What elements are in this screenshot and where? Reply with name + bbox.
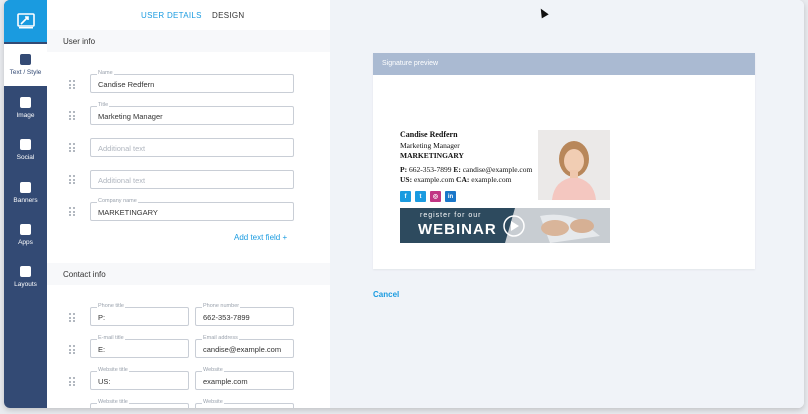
title-field[interactable]: Title Marketing Manager bbox=[90, 102, 294, 125]
person-photo-icon bbox=[538, 130, 610, 200]
field-label: Website title bbox=[97, 399, 129, 405]
drag-handle-icon[interactable] bbox=[69, 345, 75, 354]
field-placeholder: Additional text bbox=[98, 144, 146, 153]
us-website: example.com bbox=[413, 175, 455, 184]
layouts-icon bbox=[20, 266, 31, 277]
sidebar-item-label: Banners bbox=[13, 197, 38, 204]
website-field[interactable]: Website bbox=[195, 399, 294, 408]
sidebar-item-image[interactable]: Image bbox=[4, 87, 47, 129]
instagram-icon[interactable]: ◎ bbox=[430, 191, 441, 202]
drag-handle-icon[interactable] bbox=[69, 143, 75, 152]
sidebar-item-text-style[interactable]: Text / Style bbox=[4, 44, 47, 86]
preview-header-label: Signature preview bbox=[382, 60, 439, 67]
field-value: P: bbox=[98, 313, 106, 322]
field-label: Website bbox=[202, 399, 224, 405]
cancel-button[interactable]: Cancel bbox=[373, 290, 399, 299]
app-logo[interactable] bbox=[4, 0, 47, 42]
text-style-icon bbox=[20, 54, 31, 65]
webinar-banner[interactable]: register for our WEBINAR bbox=[400, 208, 610, 243]
ca-website: example.com bbox=[471, 175, 512, 184]
field-placeholder: Additional text bbox=[98, 176, 146, 185]
phone-number-field[interactable]: Phone number 662-353-7899 bbox=[195, 303, 294, 326]
sidebar-item-banners[interactable]: Banners bbox=[4, 172, 47, 214]
field-value: E: bbox=[98, 345, 106, 354]
sidebar-item-social[interactable]: Social bbox=[4, 129, 47, 171]
field-label: Name bbox=[97, 70, 114, 76]
drag-handle-icon[interactable] bbox=[69, 80, 75, 89]
field-value: Candise Redfern bbox=[98, 80, 155, 89]
additional-text-field[interactable]: Additional text bbox=[90, 138, 294, 157]
linkedin-icon[interactable]: in bbox=[445, 191, 456, 202]
field-value: MARKETINGARY bbox=[98, 208, 158, 217]
banner-text-line-1: register for our bbox=[420, 212, 482, 219]
section-title-contact-info: Contact info bbox=[63, 270, 106, 279]
sidebar-item-label: Layouts bbox=[14, 281, 37, 288]
field-value: 662-353-7899 bbox=[203, 313, 250, 322]
form-panel: USER DETAILS DESIGN User info Name Candi… bbox=[47, 0, 330, 408]
ca-label: CA: bbox=[456, 175, 470, 184]
signature-title: Marketing Manager bbox=[400, 141, 460, 150]
field-label: Website title bbox=[97, 367, 129, 373]
field-label: Phone title bbox=[97, 303, 125, 309]
website-field[interactable]: Website example.com bbox=[195, 367, 294, 390]
email-title-field[interactable]: E-mail title E: bbox=[90, 335, 189, 358]
phone-label: P: bbox=[400, 165, 408, 174]
phone-title-field[interactable]: Phone title P: bbox=[90, 303, 189, 326]
drag-handle-icon[interactable] bbox=[69, 207, 75, 216]
additional-text-field[interactable]: Additional text bbox=[90, 170, 294, 189]
signature-contact-line-1: P: 662-353-7899 E: candise@example.com bbox=[400, 165, 532, 174]
sidebar-item-layouts[interactable]: Layouts bbox=[4, 256, 47, 298]
apps-icon bbox=[20, 224, 31, 235]
field-value: candise@example.com bbox=[203, 345, 282, 354]
share-icon bbox=[20, 139, 31, 150]
website-title-field[interactable]: Website title US: bbox=[90, 367, 189, 390]
banner-icon bbox=[20, 182, 31, 193]
email-label: E: bbox=[453, 165, 461, 174]
facebook-icon[interactable]: f bbox=[400, 191, 411, 202]
banner-text-line-2: WEBINAR bbox=[418, 221, 497, 238]
drag-handle-icon[interactable] bbox=[69, 175, 75, 184]
field-label: E-mail title bbox=[97, 335, 125, 341]
tab-design[interactable]: DESIGN bbox=[212, 11, 244, 20]
field-value: Marketing Manager bbox=[98, 112, 163, 121]
name-field[interactable]: Name Candise Redfern bbox=[90, 70, 294, 93]
signature-name: Candise Redfern bbox=[400, 130, 458, 139]
field-value: example.com bbox=[203, 377, 248, 386]
drag-handle-icon[interactable] bbox=[69, 313, 75, 322]
sidebar-item-label: Social bbox=[16, 154, 35, 161]
signature-photo bbox=[538, 130, 610, 200]
signature-contact-line-2: US: example.com CA: example.com bbox=[400, 175, 511, 184]
field-label: Email address bbox=[202, 335, 239, 341]
drag-handle-icon[interactable] bbox=[69, 377, 75, 386]
logo-icon bbox=[16, 13, 35, 29]
image-icon bbox=[20, 97, 31, 108]
signature-preview-card: Signature preview Candise Redfern Market… bbox=[373, 53, 755, 269]
email-value: candise@example.com bbox=[462, 165, 533, 174]
website-title-field[interactable]: Website title bbox=[90, 399, 189, 408]
sidebar-item-apps[interactable]: Apps bbox=[4, 214, 47, 256]
drag-handle-icon[interactable] bbox=[69, 111, 75, 120]
twitter-icon[interactable]: t bbox=[415, 191, 426, 202]
field-label: Company name bbox=[97, 198, 138, 204]
field-value: US: bbox=[98, 377, 111, 386]
signature-company: MARKETINGARY bbox=[400, 151, 464, 160]
email-address-field[interactable]: Email address candise@example.com bbox=[195, 335, 294, 358]
field-label: Website bbox=[202, 367, 224, 373]
sidebar-item-label: Image bbox=[16, 112, 35, 119]
sidebar: Text / Style Image Social Banners Apps L… bbox=[4, 0, 47, 408]
sidebar-item-label: Text / Style bbox=[9, 69, 42, 76]
sidebar-item-label: Apps bbox=[18, 239, 33, 246]
section-title-user-info: User info bbox=[63, 37, 96, 46]
field-label: Phone number bbox=[202, 303, 241, 309]
tab-bar: USER DETAILS DESIGN bbox=[47, 0, 330, 30]
add-text-field-button[interactable]: Add text field + bbox=[234, 233, 287, 242]
preview-header: Signature preview bbox=[373, 53, 755, 75]
phone-value: 662-353-7899 bbox=[408, 165, 452, 174]
field-label: Title bbox=[97, 102, 110, 108]
company-name-field[interactable]: Company name MARKETINGARY bbox=[90, 198, 294, 221]
tab-user-details[interactable]: USER DETAILS bbox=[141, 11, 202, 20]
us-label: US: bbox=[400, 175, 413, 184]
